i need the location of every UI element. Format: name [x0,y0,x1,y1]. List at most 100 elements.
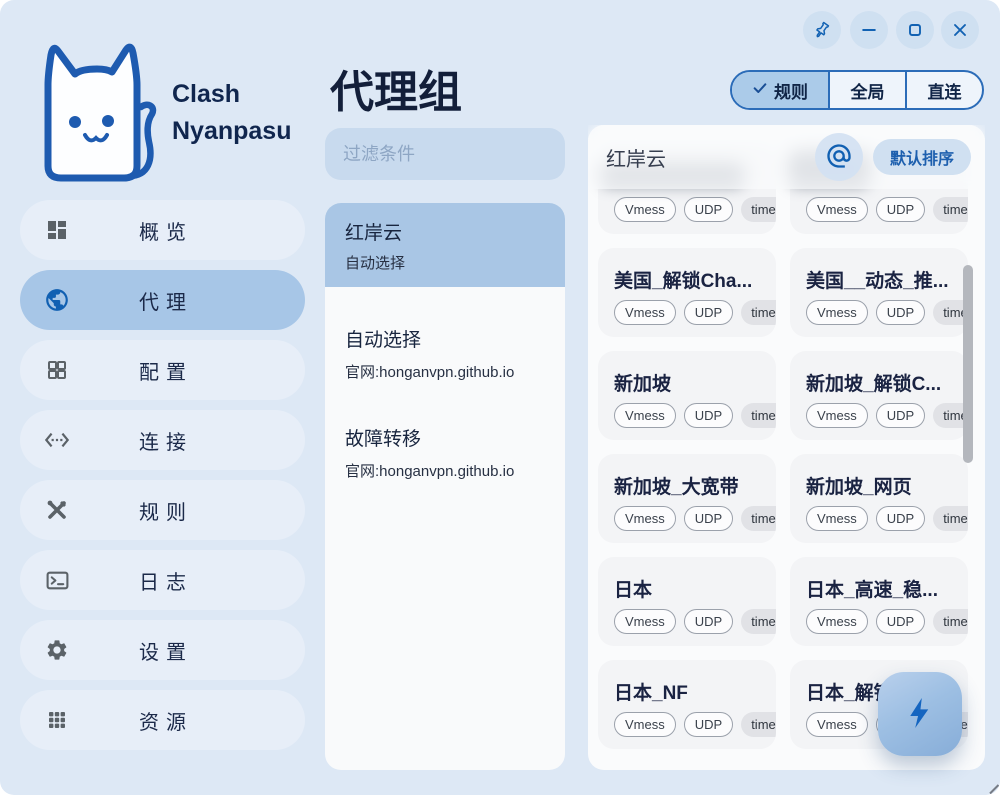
quick-toggle-fab[interactable] [878,672,962,756]
timeout-chip: timeout [741,609,776,634]
maximize-button[interactable] [896,11,934,49]
group-subtitle: 自动选择 [345,252,545,273]
proxy-name: 美国_解锁Cha... [614,266,762,290]
proxy-card[interactable]: 新加坡_大宽带 Vmess UDP timeout [598,454,776,543]
chip-row: Vmess UDP timeout [806,197,954,222]
timeout-chip: timeout [933,506,968,531]
timeout-chip: timeout [741,197,776,222]
group-item[interactable]: 自动选择 官网:honganvpn.github.io [325,305,565,386]
mode-rule-label: 规则 [774,78,808,103]
sidebar-item-label: 规则 [132,496,193,525]
udp-chip: UDP [684,403,733,428]
minimize-icon [859,20,879,40]
proxy-group-list: 红岸云 自动选择 自动选择 官网:honganvpn.github.io 故障转… [325,203,565,770]
sidebar-item-settings[interactable]: 设置 [20,620,305,680]
udp-chip: UDP [876,197,925,222]
udp-chip: UDP [876,506,925,531]
sidebar-item-proxies[interactable]: 代理 [20,270,305,330]
udp-chip: UDP [684,300,733,325]
build-icon [44,497,70,523]
udp-chip: UDP [684,609,733,634]
group-item[interactable]: 故障转移 官网:honganvpn.github.io [325,404,565,485]
proxy-card[interactable]: 新加坡_网页 Vmess UDP timeout [790,454,968,543]
protocol-chip: Vmess [806,506,868,531]
protocol-chip: Vmess [806,609,868,634]
sidebar-item-label: 日志 [132,566,193,595]
proxy-card[interactable]: 新加坡_解锁C... Vmess UDP timeout [790,351,968,440]
udp-chip: UDP [876,403,925,428]
page-title: 代理组 [330,56,462,120]
sidebar: 概览 代理 配置 连接 规则 [20,200,305,760]
timeout-chip: timeout [933,197,968,222]
delay-test-button[interactable] [815,133,863,181]
chip-row: Vmess UDP timeout [614,712,762,737]
protocol-chip: Vmess [614,403,676,428]
chip-row: Vmess UDP timeout [806,609,954,634]
timeout-chip: timeout [933,609,968,634]
proxy-card[interactable]: 美国__动态_推... Vmess UDP timeout [790,248,968,337]
sort-button[interactable]: 默认排序 [873,139,971,175]
protocol-chip: Vmess [614,197,676,222]
pin-button[interactable] [803,11,841,49]
sidebar-item-label: 资源 [132,706,193,735]
proxy-name: 日本_高速_稳... [806,575,954,599]
maximize-icon [905,20,925,40]
group-name: 故障转移 [345,424,545,451]
proxy-card[interactable]: 日本_NF Vmess UDP timeout [598,660,776,749]
sidebar-item-label: 配置 [132,356,193,385]
sidebar-item-overview[interactable]: 概览 [20,200,305,260]
gear-icon [44,637,70,663]
sidebar-item-rules[interactable]: 规则 [20,480,305,540]
close-icon [950,20,970,40]
proxy-card-grid: Vmess UDP timeout Vmess UDP timeout 美国_解… [598,125,968,749]
ethernet-icon [44,427,70,453]
group-item-selected[interactable]: 红岸云 自动选择 [325,203,565,287]
group-subtitle: 官网:honganvpn.github.io [345,460,545,481]
chip-row: Vmess UDP timeout [614,300,762,325]
sidebar-item-label: 设置 [132,636,193,665]
chip-row: Vmess UDP timeout [806,403,954,428]
group-name: 红岸云 [345,218,545,245]
sidebar-item-label: 代理 [132,286,193,315]
chip-row: Vmess UDP timeout [806,300,954,325]
protocol-chip: Vmess [806,197,868,222]
mode-rule-button[interactable]: 规则 [732,72,828,108]
udp-chip: UDP [876,300,925,325]
mode-direct-button[interactable]: 直连 [905,72,982,108]
udp-chip: UDP [684,506,733,531]
app-window: Clash Nyanpasu 概览 代理 配置 连接 [0,0,1000,795]
timeout-chip: timeout [741,403,776,428]
mode-switch: 规则 全局 直连 [730,70,984,110]
filter-input[interactable] [325,128,565,180]
sidebar-item-logs[interactable]: 日志 [20,550,305,610]
proxy-card[interactable]: 日本 Vmess UDP timeout [598,557,776,646]
protocol-chip: Vmess [614,506,676,531]
scrollbar-thumb[interactable] [963,265,973,463]
proxy-card[interactable]: 新加坡 Vmess UDP timeout [598,351,776,440]
group-name: 自动选择 [345,325,545,352]
pin-icon [812,20,832,40]
proxy-card[interactable]: 日本_高速_稳... Vmess UDP timeout [790,557,968,646]
chip-row: Vmess UDP timeout [614,403,762,428]
group-subtitle: 官网:honganvpn.github.io [345,361,545,382]
udp-chip: UDP [684,712,733,737]
sidebar-item-profiles[interactable]: 配置 [20,340,305,400]
app-title: Clash Nyanpasu [172,76,291,150]
chip-row: Vmess UDP timeout [806,506,954,531]
sidebar-item-connections[interactable]: 连接 [20,410,305,470]
mode-direct-label: 直连 [928,78,962,103]
lightning-icon [902,695,938,734]
sidebar-item-resources[interactable]: 资源 [20,690,305,750]
minimize-button[interactable] [850,11,888,49]
resize-grip[interactable] [981,776,999,794]
mode-global-label: 全局 [851,78,885,103]
close-button[interactable] [941,11,979,49]
terminal-icon [44,567,70,593]
sidebar-item-label: 概览 [132,216,193,245]
proxy-name: 日本_NF [614,678,762,702]
mode-global-button[interactable]: 全局 [828,72,905,108]
proxy-card[interactable]: 美国_解锁Cha... Vmess UDP timeout [598,248,776,337]
proxy-name: 新加坡 [614,369,762,393]
grid-icon [44,357,70,383]
timeout-chip: timeout [741,300,776,325]
